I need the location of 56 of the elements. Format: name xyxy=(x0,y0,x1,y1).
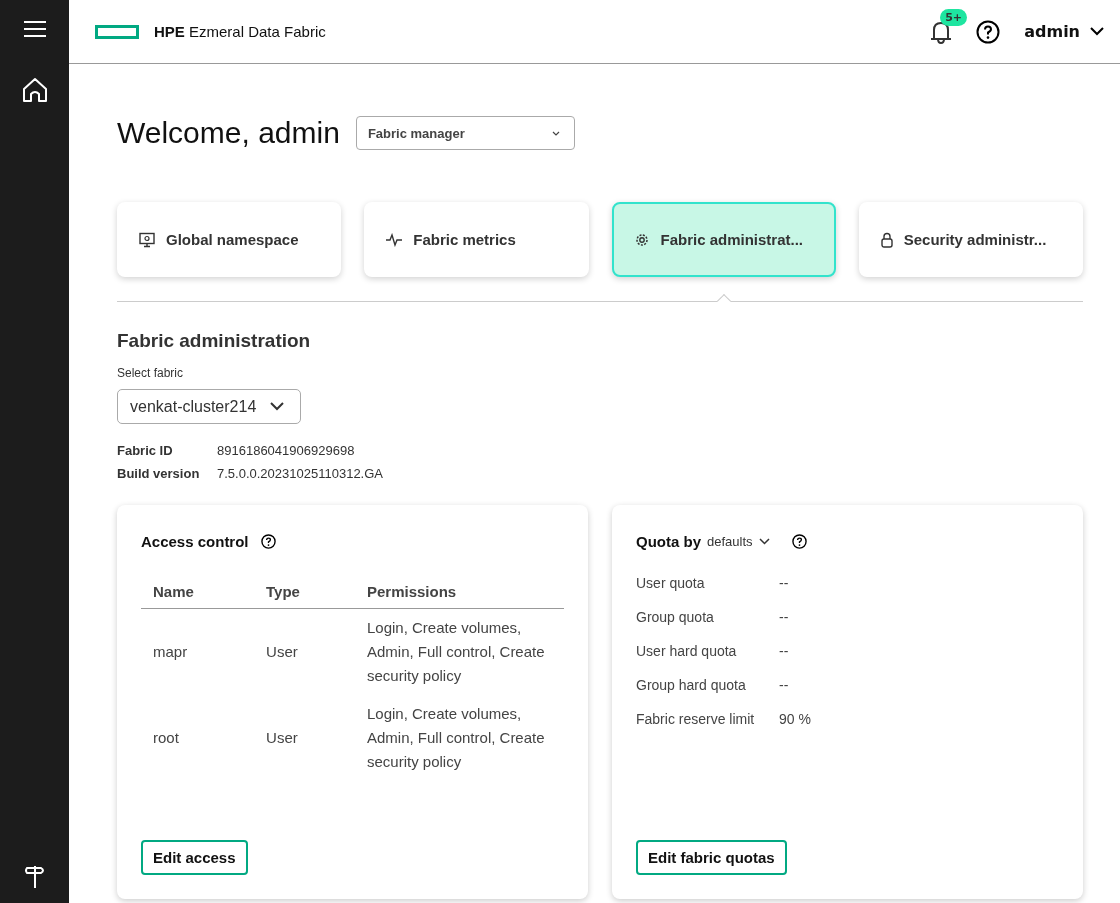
signpost-icon[interactable] xyxy=(23,865,46,889)
gear-icon xyxy=(633,231,650,248)
menu-icon[interactable] xyxy=(23,21,46,37)
quota-label: Group quota xyxy=(636,609,715,625)
quota-value: -- xyxy=(779,609,790,625)
notification-badge: 5+ xyxy=(940,8,968,26)
column-header: Type xyxy=(254,575,355,609)
chevron-down-icon xyxy=(1090,27,1104,36)
quota-label: User quota xyxy=(636,575,706,591)
home-icon[interactable] xyxy=(21,77,48,103)
quota-value: 90 % xyxy=(779,711,812,727)
field-label: Select fabric xyxy=(117,366,185,380)
chevron-down-icon xyxy=(270,402,285,411)
table-cell-text: Login, Create volumes, Admin, Full control, Create security policy xyxy=(366,704,546,772)
quota-label: Fabric reserve limit xyxy=(636,711,756,727)
app-title: HPE Ezmeral Data Fabric xyxy=(154,23,326,40)
tab[interactable]: Global namespace xyxy=(117,202,342,277)
help-icon[interactable] xyxy=(260,533,276,549)
tab[interactable]: Security administr... xyxy=(858,202,1083,277)
logo-icon xyxy=(95,24,139,39)
table-cell-text: root xyxy=(152,728,180,748)
quota-label: User hard quota xyxy=(636,643,738,659)
column-header: Permissions xyxy=(355,575,564,609)
tab[interactable]: Fabric administrat... xyxy=(611,202,836,277)
monitor-icon xyxy=(139,231,155,248)
edit-access-button[interactable]: Edit access xyxy=(141,840,248,875)
column-header: Name xyxy=(141,575,255,609)
chevron-down-icon xyxy=(758,537,770,545)
lock-icon xyxy=(880,231,893,248)
detail-label: Fabric ID xyxy=(117,443,174,458)
detail-value: 8916186041906929698 xyxy=(217,443,356,458)
quota-value: -- xyxy=(779,677,790,693)
tab[interactable]: Fabric metrics xyxy=(364,202,589,277)
card-title: Access control xyxy=(141,532,249,550)
chevron-down-icon xyxy=(551,130,560,136)
quota-select[interactable]: defaults xyxy=(707,533,770,549)
fabric-select[interactable]: venkat-cluster214 xyxy=(117,389,302,424)
table-cell: mapr xyxy=(141,608,255,695)
user-menu[interactable]: admin xyxy=(1024,22,1104,41)
quota-value: -- xyxy=(779,643,790,659)
table-cell: User xyxy=(254,608,355,695)
help-icon[interactable] xyxy=(976,19,1001,44)
quota-value: -- xyxy=(779,575,790,591)
table-cell-text: User xyxy=(265,728,299,748)
detail-value: 7.5.0.0.20231025110312.GA xyxy=(217,466,385,481)
detail-label: Build version xyxy=(117,466,201,481)
bell-icon[interactable] xyxy=(930,19,953,44)
quota-label: Group hard quota xyxy=(636,677,747,693)
page-title: Welcome, admin xyxy=(117,116,340,150)
view-select[interactable]: Fabric manager xyxy=(355,116,575,150)
section-title: Fabric administration xyxy=(117,330,312,352)
edit-quotas-button[interactable]: Edit fabric quotas xyxy=(636,840,787,875)
table-cell: Login, Create volumes, Admin, Full control, Create security policy xyxy=(355,608,564,695)
pulse-icon xyxy=(386,232,403,247)
card-title: Quota by xyxy=(636,532,701,550)
help-icon[interactable] xyxy=(791,533,807,549)
